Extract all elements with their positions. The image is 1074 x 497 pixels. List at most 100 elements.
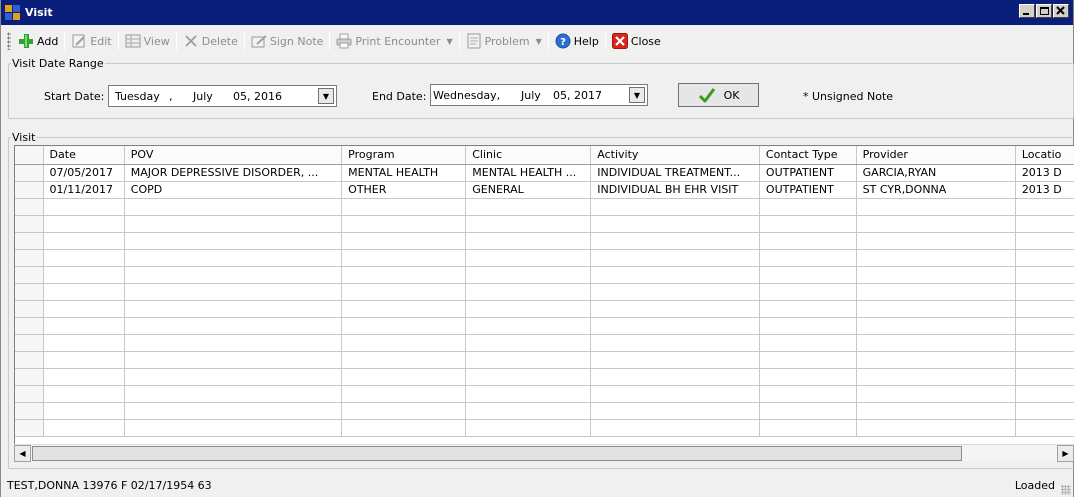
row-header-cell[interactable] xyxy=(15,164,44,182)
close-icon xyxy=(611,33,628,49)
row-header-cell[interactable] xyxy=(15,215,44,233)
row-header-cell[interactable] xyxy=(15,368,44,386)
cell-contact-type xyxy=(759,317,857,335)
cell-program xyxy=(341,334,467,352)
cell-clinic xyxy=(465,300,592,318)
cell-program xyxy=(341,351,467,369)
row-header-cell[interactable] xyxy=(15,334,44,352)
toolbar-grip[interactable] xyxy=(7,32,11,50)
cell-date xyxy=(43,300,125,318)
row-header-cell[interactable] xyxy=(15,232,44,250)
cell-clinic xyxy=(465,232,592,250)
cell-date xyxy=(43,419,125,437)
cell-pov: MAJOR DEPRESSIVE DISORDER, ... xyxy=(124,164,343,182)
toolbar-separator xyxy=(458,32,460,50)
cell-date xyxy=(43,402,125,420)
empty-table-row xyxy=(15,300,1074,318)
cell-activity xyxy=(590,300,760,318)
maximize-button[interactable] xyxy=(1036,4,1052,18)
horizontal-scrollbar[interactable]: ◀ ▶ xyxy=(14,444,1074,462)
column-header-activity[interactable]: Activity xyxy=(590,146,760,165)
help-button-label: Help xyxy=(573,34,599,48)
edit-button[interactable]: Edit xyxy=(68,30,114,52)
column-header-program[interactable]: Program xyxy=(341,146,467,165)
column-header-date[interactable]: Date xyxy=(43,146,125,165)
cell-contact-type xyxy=(759,385,857,403)
problem-button[interactable]: Problem ▼ xyxy=(463,30,545,52)
delete-button[interactable]: Delete xyxy=(180,30,241,52)
cell-clinic xyxy=(465,198,592,216)
cell-contact-type xyxy=(759,215,857,233)
cell-program xyxy=(341,402,467,420)
view-button[interactable]: View xyxy=(122,30,173,52)
row-header-cell[interactable] xyxy=(15,198,44,216)
cell-contact-type xyxy=(759,198,857,216)
delete-button-label: Delete xyxy=(201,34,238,48)
cell-clinic: MENTAL HEALTH ... xyxy=(465,164,592,182)
cell-clinic xyxy=(465,266,592,284)
row-header-cell[interactable] xyxy=(15,300,44,318)
empty-table-row xyxy=(15,249,1074,267)
table-row[interactable]: 07/05/2017 MAJOR DEPRESSIVE DISORDER, ...… xyxy=(15,164,1074,182)
cell-program xyxy=(341,215,467,233)
sign-note-button[interactable]: Sign Note xyxy=(248,30,327,52)
table-row[interactable]: 01/11/2017 COPD OTHER GENERAL INDIVIDUAL BH … xyxy=(15,181,1074,199)
visit-date-range-legend: Visit Date Range xyxy=(12,57,104,70)
row-header-cell[interactable] xyxy=(15,402,44,420)
cell-pov: COPD xyxy=(124,181,343,199)
row-header-cell[interactable] xyxy=(15,317,44,335)
column-header-clinic[interactable]: Clinic xyxy=(465,146,592,165)
scrollbar-thumb[interactable] xyxy=(32,446,962,461)
cell-location xyxy=(1015,419,1074,437)
cell-provider xyxy=(856,232,1016,250)
print-encounter-button[interactable]: Print Encounter ▼ xyxy=(333,30,455,52)
cell-date xyxy=(43,198,125,216)
start-date-picker[interactable]: Tuesday , July 05, 2016 ▼ xyxy=(108,85,337,107)
column-header-contact-type[interactable]: Contact Type xyxy=(759,146,857,165)
visit-grid[interactable]: Date POV Program Clinic Activity Contact… xyxy=(14,145,1074,461)
empty-table-row xyxy=(15,385,1074,403)
patient-info: TEST,DONNA 13976 F 02/17/1954 63 xyxy=(7,479,212,492)
column-header-location[interactable]: Locatio xyxy=(1015,146,1074,165)
cell-date xyxy=(43,249,125,267)
column-header-pov[interactable]: POV xyxy=(124,146,343,165)
ok-button-label: OK xyxy=(723,88,740,102)
cell-activity xyxy=(590,249,760,267)
cell-location xyxy=(1015,198,1074,216)
chevron-down-icon: ▼ xyxy=(322,91,330,101)
edit-icon xyxy=(72,34,86,48)
minimize-button[interactable] xyxy=(1019,4,1035,18)
row-header-cell[interactable] xyxy=(15,351,44,369)
window-close-button[interactable] xyxy=(1053,4,1069,18)
ok-button[interactable]: OK xyxy=(678,83,759,107)
help-button[interactable]: ? Help xyxy=(552,30,602,52)
column-header-provider[interactable]: Provider xyxy=(856,146,1016,165)
cell-activity xyxy=(590,198,760,216)
problem-button-label: Problem xyxy=(484,34,530,48)
start-date-dropdown-button[interactable]: ▼ xyxy=(318,88,334,104)
cell-activity xyxy=(590,334,760,352)
add-button[interactable]: Add xyxy=(15,30,61,52)
row-header-cell[interactable] xyxy=(15,266,44,284)
edit-button-label: Edit xyxy=(90,34,112,48)
row-header-cell[interactable] xyxy=(15,419,44,437)
cell-activity xyxy=(590,215,760,233)
end-date-dropdown-button[interactable]: ▼ xyxy=(629,87,645,103)
cell-location: 2013 D xyxy=(1015,181,1074,199)
scroll-right-arrow-icon[interactable]: ▶ xyxy=(1057,444,1074,462)
row-header-cell[interactable] xyxy=(15,283,44,301)
close-button[interactable]: Close xyxy=(609,30,664,52)
cell-date xyxy=(43,368,125,386)
window-title: Visit xyxy=(25,6,53,19)
cell-pov xyxy=(124,351,343,369)
row-header-cell[interactable] xyxy=(15,249,44,267)
cell-activity xyxy=(590,419,760,437)
cell-activity xyxy=(590,351,760,369)
resize-grip-icon[interactable] xyxy=(1061,485,1071,495)
end-date-picker[interactable]: Wednesday, July 05, 2017 ▼ xyxy=(430,84,648,106)
scroll-left-arrow-icon[interactable]: ◀ xyxy=(14,444,31,462)
cell-contact-type xyxy=(759,300,857,318)
row-header-cell[interactable] xyxy=(15,181,44,199)
row-header-cell[interactable] xyxy=(15,385,44,403)
toolbar-separator xyxy=(175,32,177,50)
